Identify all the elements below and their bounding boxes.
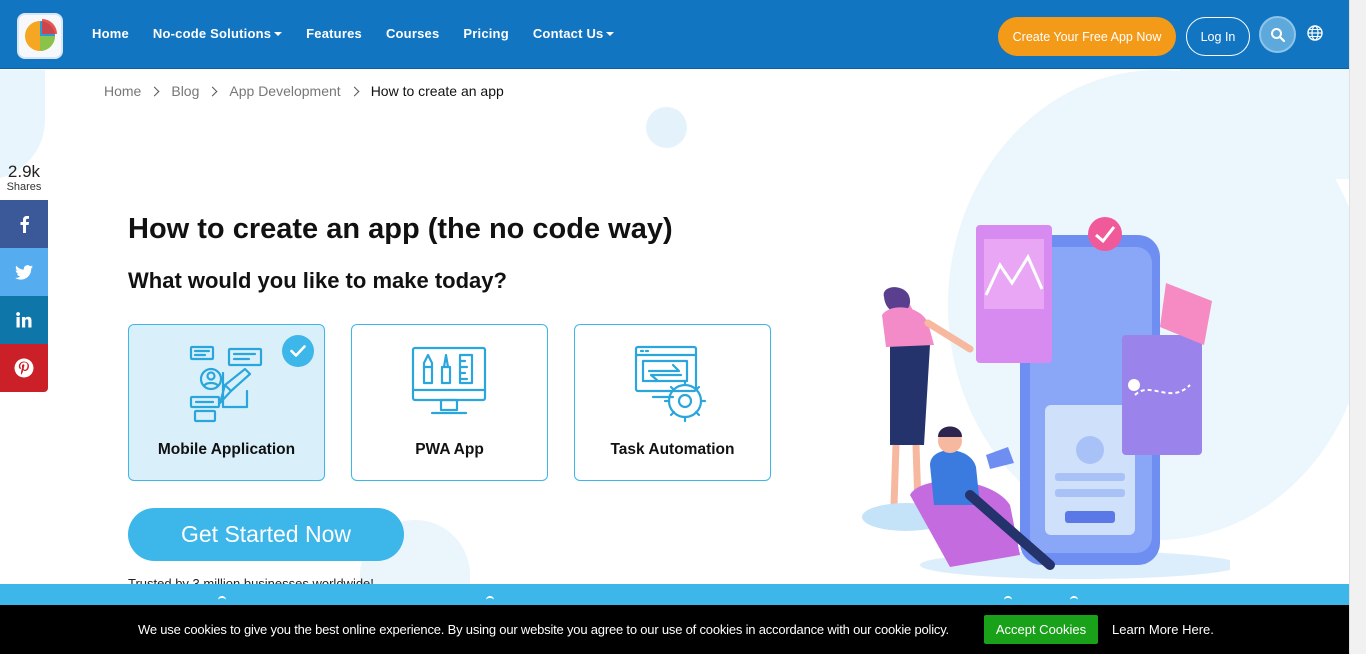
nav-pricing[interactable]: Pricing	[463, 26, 508, 41]
breadcrumb: Home Blog App Development How to create …	[104, 83, 504, 99]
linkedin-icon	[16, 312, 32, 328]
strip-icon	[1070, 596, 1078, 604]
pinterest-share-button[interactable]	[0, 344, 48, 392]
accept-cookies-button[interactable]: Accept Cookies	[984, 615, 1098, 644]
nav-home[interactable]: Home	[92, 26, 129, 41]
decor-dot	[646, 107, 687, 148]
selected-check-icon	[282, 335, 314, 367]
option-mobile-application[interactable]: Mobile Application	[128, 324, 325, 481]
pwa-design-icon	[411, 346, 487, 415]
mobile-app-icon	[189, 345, 263, 423]
option-label: Task Automation	[610, 441, 735, 458]
option-pwa-app[interactable]: PWA App	[351, 324, 548, 481]
nav-courses[interactable]: Courses	[386, 26, 439, 41]
learn-more-link[interactable]: Learn More Here.	[1112, 622, 1214, 637]
facebook-share-button[interactable]	[0, 200, 48, 248]
page-subtitle: What would you like to make today?	[128, 268, 507, 293]
globe-icon[interactable]	[1306, 24, 1324, 42]
breadcrumb-home[interactable]: Home	[104, 83, 141, 99]
option-label: Mobile Application	[157, 441, 296, 458]
caret-down-icon	[274, 32, 283, 36]
chevron-right-icon	[349, 86, 360, 96]
nav-no-code-solutions[interactable]: No-code Solutions	[153, 26, 283, 41]
share-counter: 2.9k Shares	[0, 162, 48, 194]
option-task-automation[interactable]: Task Automation	[574, 324, 771, 481]
features-strip	[0, 584, 1349, 606]
automation-gear-icon	[634, 345, 707, 423]
get-started-button[interactable]: Get Started Now	[128, 508, 404, 561]
twitter-share-button[interactable]	[0, 248, 48, 296]
strip-icon	[218, 596, 226, 604]
option-label: PWA App	[415, 441, 484, 458]
facebook-icon	[20, 216, 29, 233]
nav-contact-us[interactable]: Contact Us	[533, 26, 615, 41]
decor-blob-right	[1180, 69, 1366, 179]
breadcrumb-blog[interactable]: Blog	[171, 83, 199, 99]
cookie-text: We use cookies to give you the best onli…	[138, 622, 949, 637]
breadcrumb-current: How to create an app	[370, 83, 504, 99]
search-icon	[1270, 27, 1285, 42]
page: Home No-code Solutions Features Courses …	[0, 0, 1366, 654]
linkedin-share-button[interactable]	[0, 296, 48, 344]
twitter-icon	[15, 264, 33, 280]
pie-chart-logo[interactable]	[17, 13, 63, 59]
pinterest-icon	[14, 358, 34, 378]
site-header: Home No-code Solutions Features Courses …	[0, 0, 1349, 69]
page-title: How to create an app (the no code way)	[128, 213, 673, 245]
breadcrumb-app-development[interactable]: App Development	[229, 83, 340, 99]
strip-icon	[486, 596, 494, 604]
create-free-app-button[interactable]: Create Your Free App Now	[998, 17, 1176, 56]
login-button[interactable]: Log In	[1186, 17, 1250, 56]
main-nav: Home No-code Solutions Features Courses …	[92, 26, 638, 41]
share-label: Shares	[6, 181, 42, 193]
search-button[interactable]	[1259, 16, 1296, 53]
page-scrollbar[interactable]	[1349, 0, 1366, 654]
app-builder-illustration	[862, 217, 1230, 579]
share-count: 2.9k	[7, 162, 41, 181]
caret-down-icon	[606, 32, 615, 36]
nav-features[interactable]: Features	[306, 26, 362, 41]
strip-icon	[1004, 596, 1012, 604]
chevron-right-icon	[207, 86, 218, 96]
cookie-banner: We use cookies to give you the best onli…	[0, 605, 1349, 654]
chevron-right-icon	[149, 86, 160, 96]
